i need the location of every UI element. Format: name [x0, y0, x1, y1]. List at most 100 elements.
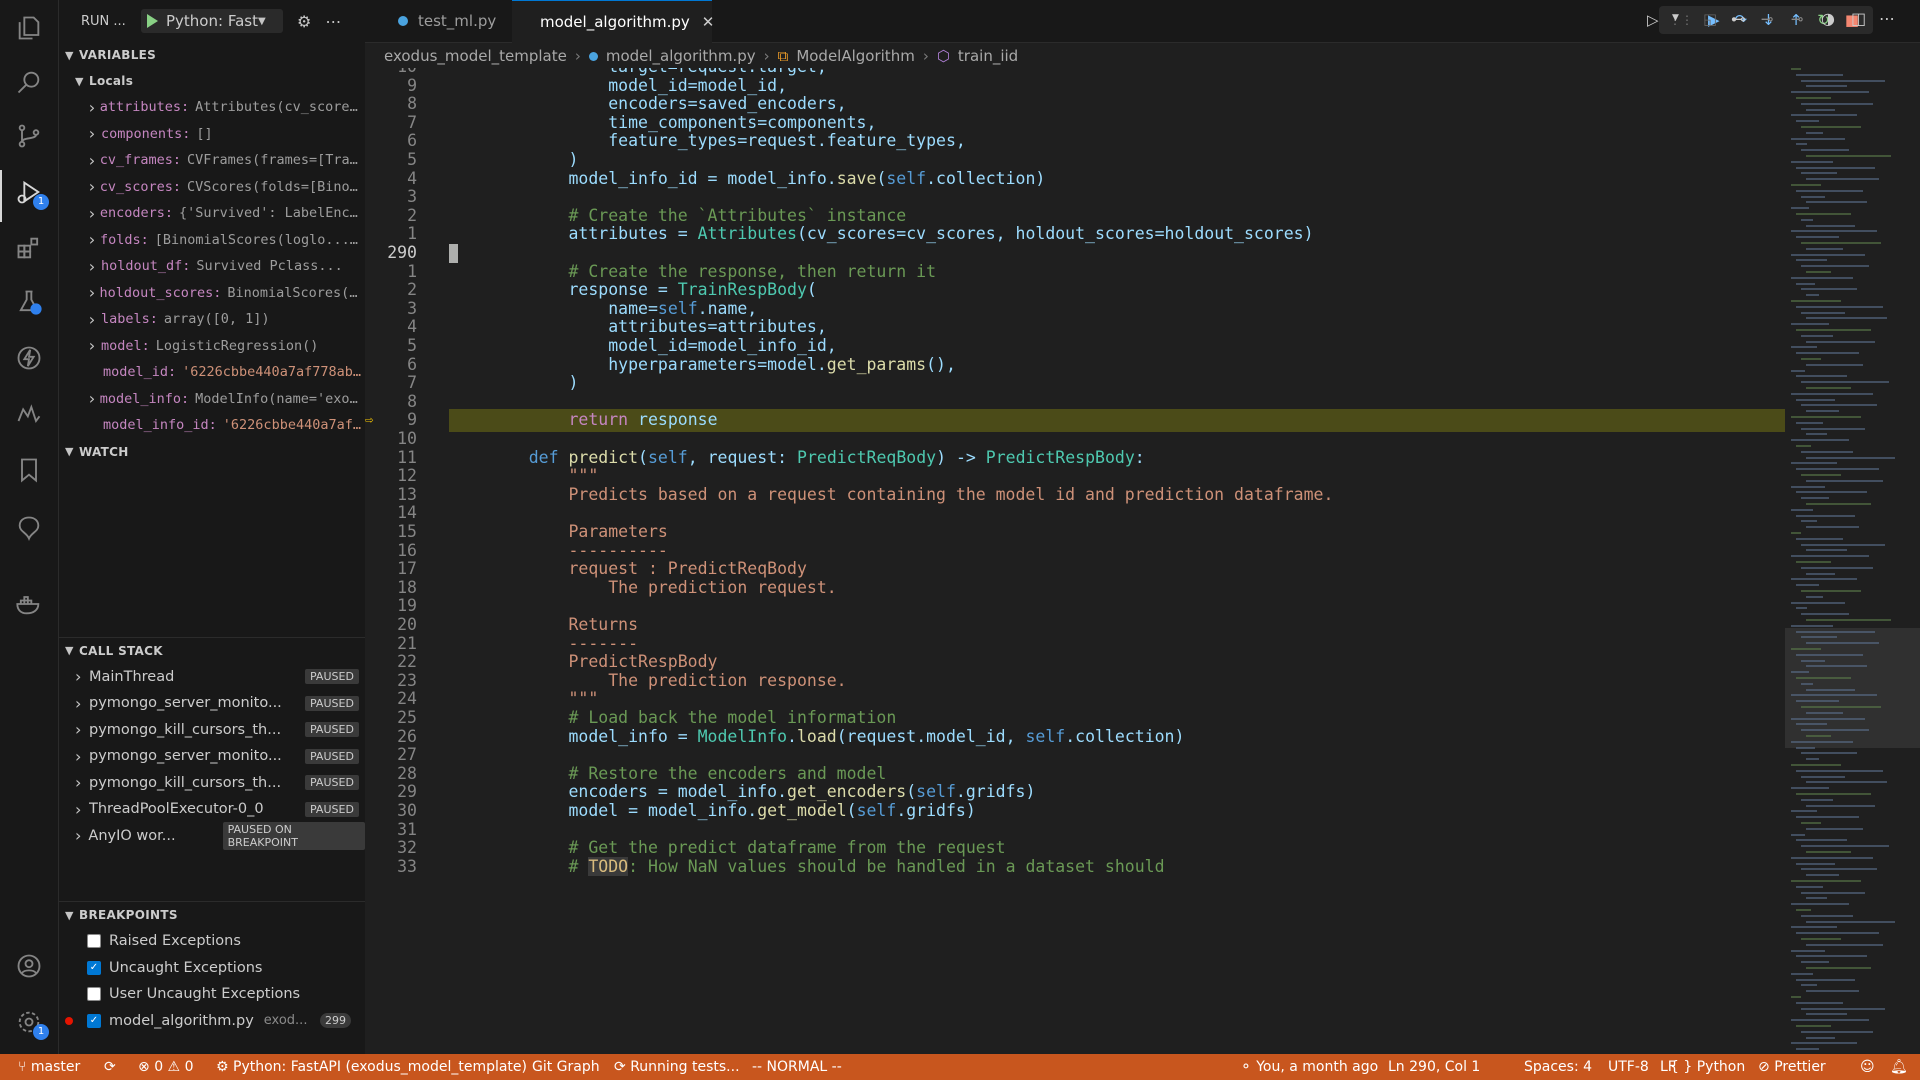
gear-icon[interactable]: ⚙ [297, 12, 311, 31]
chevron-right-icon[interactable]: › [87, 336, 101, 355]
problems-status[interactable]: ⊗ 0 ⚠ 0 [138, 1054, 193, 1080]
tab-test-ml[interactable]: test_ml.py [380, 0, 514, 42]
sync-icon[interactable]: ⟳ [104, 1054, 116, 1080]
more-actions-icon[interactable]: ⋯ [325, 12, 341, 31]
git-timeline-icon[interactable]: ⊷ [1731, 10, 1746, 28]
formatter-status[interactable]: ⊘ Prettier [1758, 1054, 1826, 1080]
source-control-icon[interactable] [13, 120, 45, 152]
locals-scope[interactable]: ▼ Locals [59, 68, 365, 94]
tests-status[interactable]: ⟳ Running tests... [614, 1054, 740, 1080]
breakpoint-checkbox[interactable] [87, 987, 101, 1002]
variable-row[interactable]: › cv_scores: CVScores(folds=[Binom... [59, 174, 365, 201]
open-changes-icon[interactable]: ◑ [1821, 9, 1835, 28]
chevron-right-icon[interactable]: › [87, 204, 100, 223]
run-debug-icon[interactable]: 1 [13, 176, 49, 210]
git-graph-icon[interactable] [13, 512, 45, 544]
chevron-right-icon[interactable]: › [87, 98, 100, 117]
variable-row[interactable]: › components: [] [59, 121, 365, 148]
exception-breakpoint[interactable]: Raised Exceptions [59, 928, 365, 955]
chevron-right-icon[interactable]: › [87, 151, 100, 170]
interpreter-status[interactable]: ⚙ Python: FastAPI (exodus_model_template… [216, 1054, 527, 1080]
chevron-down-icon[interactable]: ▼ [258, 16, 266, 27]
callstack-thread[interactable]: › pymongo_kill_cursors_th... PAUSED [59, 770, 365, 797]
chevron-right-icon[interactable]: › [87, 124, 101, 143]
run-file-icon[interactable]: ▷ [1647, 11, 1659, 29]
compare-icon[interactable]: ◱ [1703, 10, 1717, 28]
chevron-right-icon[interactable]: › [87, 283, 99, 302]
notifications-icon[interactable]: 🔔︎ [1890, 1054, 1908, 1080]
variable-row[interactable]: › holdout_df: Survived Pclass... [59, 253, 365, 280]
breakpoints-section-header[interactable]: ▼ BREAKPOINTS [59, 902, 365, 928]
variable-row[interactable]: › encoders: {'Survived': LabelEnco... [59, 200, 365, 227]
chevron-right-icon[interactable]: › [75, 826, 88, 845]
search-icon[interactable] [13, 66, 45, 98]
breadcrumb-method[interactable]: train_iid [958, 47, 1018, 65]
branch-status[interactable]: ⑂ master [18, 1054, 80, 1080]
chevron-right-icon[interactable]: › [75, 694, 89, 713]
settings-gear-icon[interactable]: 1 [13, 1006, 49, 1040]
chevron-right-icon[interactable]: › [75, 747, 89, 766]
more-actions-icon[interactable]: ⋯ [1879, 9, 1895, 28]
breakpoint-file-row[interactable]: ✓ model_algorithm.py exod... 299 [59, 1008, 365, 1035]
breadcrumb-folder[interactable]: exodus_model_template [384, 47, 567, 65]
callstack-thread[interactable]: › MainThread PAUSED [59, 664, 365, 691]
remote-explorer-icon[interactable] [13, 398, 45, 430]
explorer-icon[interactable] [13, 12, 45, 44]
encoding-status[interactable]: UTF-8 [1608, 1054, 1649, 1080]
callstack-section-header[interactable]: ▼ CALL STACK [59, 638, 365, 664]
lightning-icon[interactable] [13, 342, 45, 374]
feedback-icon[interactable]: ☺ [1860, 1054, 1875, 1080]
indentation-status[interactable]: Spaces: 4 [1524, 1054, 1592, 1080]
split-editor-icon[interactable]: ◫ [1851, 9, 1866, 28]
callstack-thread[interactable]: › ThreadPoolExecutor-0_0 PAUSED [59, 796, 365, 823]
chevron-right-icon[interactable]: › [75, 800, 89, 819]
variable-row[interactable]: › model_info: ModelInfo(name='exod... [59, 386, 365, 413]
variable-row[interactable]: model_id: '6226cbbe440a7af778ab9... [59, 359, 365, 386]
git-graph-status[interactable]: Git Graph [532, 1054, 600, 1080]
chevron-right-icon[interactable]: › [87, 310, 101, 329]
chevron-right-icon[interactable]: › [87, 389, 100, 408]
breakpoint-checkbox[interactable]: ✓ [87, 960, 101, 975]
tab-model-algorithm[interactable]: model_algorithm.py ✕ [512, 0, 714, 43]
cursor-position[interactable]: Ln 290, Col 1 [1388, 1054, 1480, 1080]
chevron-right-icon[interactable]: › [87, 230, 100, 249]
blame-status[interactable]: ⚬ You, a month ago [1240, 1054, 1378, 1080]
variable-row[interactable]: › attributes: Attributes(cv_scores... [59, 94, 365, 121]
chevron-down-icon[interactable]: ▼ [1672, 13, 1679, 23]
breadcrumb-class[interactable]: ModelAlgorithm [796, 47, 915, 65]
bookmark-icon[interactable] [13, 454, 45, 486]
breakpoint-checkbox[interactable]: ✓ [87, 1013, 101, 1028]
callstack-thread[interactable]: › AnyIO wor... PAUSED ON BREAKPOINT [59, 821, 365, 850]
git-next-icon[interactable]: ⊸ [1791, 10, 1804, 28]
code-editor[interactable]: 10 target=request.target,9 model_id=mode… [365, 68, 1785, 1054]
testing-icon[interactable] [13, 286, 45, 318]
language-mode[interactable]: { } Python [1670, 1054, 1745, 1080]
variable-row[interactable]: ›holdout_scores: BinomialScores(l... [59, 280, 365, 307]
exception-breakpoint[interactable]: ✓ Uncaught Exceptions [59, 955, 365, 982]
extensions-icon[interactable] [13, 232, 45, 264]
minimap[interactable] [1785, 68, 1920, 1054]
breadcrumb-file[interactable]: model_algorithm.py [606, 47, 756, 65]
callstack-thread[interactable]: › pymongo_server_monito... PAUSED [59, 743, 365, 770]
chevron-right-icon[interactable]: › [87, 257, 101, 276]
variables-section-header[interactable]: ▼ VARIABLES [59, 42, 365, 68]
variable-row[interactable]: model_info_id: '6226cbbe440a7af7... [59, 412, 365, 439]
launch-config-select[interactable]: Python: FastA ▼ [141, 9, 283, 33]
chevron-right-icon[interactable]: › [75, 720, 89, 739]
callstack-thread[interactable]: › pymongo_server_monito... PAUSED [59, 690, 365, 717]
git-prev-icon[interactable]: ⊸ [1761, 10, 1774, 28]
breakpoint-checkbox[interactable] [87, 934, 101, 949]
watch-section-header[interactable]: ▼ WATCH [59, 439, 365, 465]
callstack-thread[interactable]: › pymongo_kill_cursors_th... PAUSED [59, 717, 365, 744]
variable-row[interactable]: › labels: array([0, 1]) [59, 306, 365, 333]
variable-row[interactable]: › model: LogisticRegression() [59, 333, 365, 360]
start-debug-icon[interactable] [147, 14, 158, 28]
variable-row[interactable]: › folds: [BinomialScores(loglo...g... [59, 227, 365, 254]
chevron-right-icon[interactable]: › [87, 177, 100, 196]
exception-breakpoint[interactable]: User Uncaught Exceptions [59, 981, 365, 1008]
chevron-right-icon[interactable]: › [75, 667, 89, 686]
docker-icon[interactable] [13, 588, 45, 620]
variable-row[interactable]: › cv_frames: CVFrames(frames=[Trai... [59, 147, 365, 174]
code-line[interactable]: 33 # TODO: How NaN values should be hand… [365, 856, 1785, 879]
chevron-right-icon[interactable]: › [75, 773, 89, 792]
